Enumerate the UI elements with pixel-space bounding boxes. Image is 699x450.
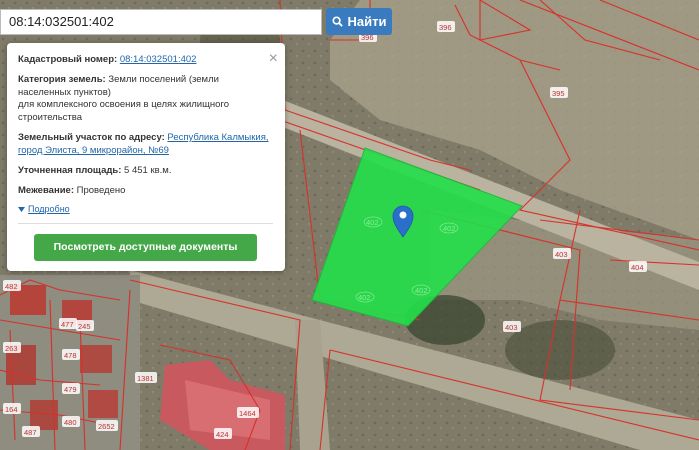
divider [18, 223, 273, 224]
land-category-label: Категория земель: [18, 73, 106, 85]
search-icon [331, 16, 343, 27]
search-input[interactable]: 08:14:032501:402 [0, 9, 322, 35]
details-toggle-label: Подробно [28, 204, 70, 215]
svg-text:402: 402 [358, 293, 371, 302]
svg-text:403: 403 [505, 323, 518, 332]
address-link-1[interactable]: Республика Калмыкия, [167, 132, 268, 143]
svg-text:2652: 2652 [98, 422, 115, 431]
svg-text:479: 479 [64, 385, 77, 394]
svg-text:424: 424 [216, 430, 229, 439]
land-category-value-4: строительства [18, 112, 83, 124]
close-icon[interactable]: × [269, 48, 278, 70]
land-category-row: Категория земель: Земли поселений (земли… [18, 74, 273, 125]
survey-label: Межевание: [18, 184, 74, 196]
svg-text:164: 164 [5, 405, 18, 414]
svg-text:402: 402 [366, 218, 379, 227]
parcel-info-popup: × Кадастровый номер: 08:14:032501:402 Ка… [7, 43, 285, 271]
svg-text:245: 245 [78, 322, 91, 331]
svg-text:480: 480 [64, 418, 77, 427]
view-documents-button[interactable]: Посмотреть доступные документы [34, 234, 257, 261]
svg-text:482: 482 [5, 282, 18, 291]
svg-text:477: 477 [61, 320, 74, 329]
svg-text:395: 395 [552, 89, 565, 98]
cadastral-number-row: Кадастровый номер: 08:14:032501:402 [18, 54, 273, 67]
svg-text:487: 487 [24, 428, 37, 437]
cadastral-number-label: Кадастровый номер: [18, 54, 118, 65]
svg-text:263: 263 [5, 344, 18, 353]
area-value: 5 451 кв.м. [124, 164, 172, 176]
land-category-value-2: населенных пунктов) [18, 86, 111, 98]
address-link-2[interactable]: город Элиста, 9 микрорайон, №69 [18, 145, 169, 156]
search-button-label: Найти [347, 14, 387, 29]
survey-value: Проведено [76, 184, 126, 196]
address-row: Земельный участок по адресу: Республика … [18, 132, 273, 158]
svg-text:404: 404 [631, 263, 644, 272]
svg-text:396: 396 [439, 23, 452, 32]
cadastral-number-link[interactable]: 08:14:032501:402 [120, 54, 197, 65]
svg-text:403: 403 [555, 250, 568, 259]
survey-row: Межевание: Проведено [18, 185, 273, 198]
svg-text:1464: 1464 [239, 409, 256, 418]
land-category-value-1: Земли поселений (земли [108, 73, 219, 85]
caret-down-icon [18, 206, 25, 212]
details-toggle[interactable]: Подробно [18, 203, 273, 215]
land-category-value-3: для комплексного освоения в целях жилищн… [18, 99, 229, 111]
area-label: Уточненная площадь: [18, 164, 122, 176]
svg-text:402: 402 [415, 286, 428, 295]
svg-text:402: 402 [443, 224, 456, 233]
address-label: Земельный участок по адресу: [18, 132, 165, 144]
svg-text:1381: 1381 [137, 374, 154, 383]
svg-text:478: 478 [64, 351, 77, 360]
search-button[interactable]: Найти [326, 8, 392, 35]
area-row: Уточненная площадь: 5 451 кв.м. [18, 165, 273, 178]
